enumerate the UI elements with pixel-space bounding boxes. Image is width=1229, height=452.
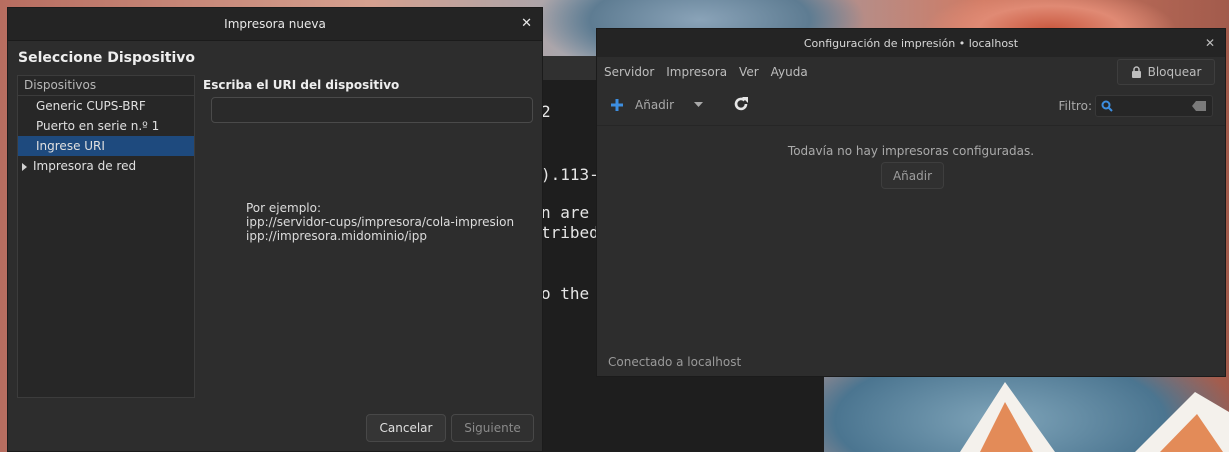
refresh-button[interactable]: [733, 96, 749, 112]
refresh-icon: [734, 97, 748, 111]
print-settings-titlebar: Configuración de impresión • localhost ✕: [597, 29, 1225, 57]
add-button[interactable]: Añadir: [611, 98, 674, 112]
menu-servidor[interactable]: Servidor: [604, 65, 654, 79]
example-line: ipp://servidor-cups/impresora/cola-impre…: [246, 215, 515, 229]
add-label: Añadir: [635, 98, 675, 112]
empty-add-button[interactable]: Añadir: [881, 162, 944, 189]
uri-input[interactable]: [211, 97, 533, 123]
empty-message: Todavía no hay impresoras configuradas.: [787, 144, 1035, 158]
next-button[interactable]: Siguiente: [451, 414, 534, 442]
menu-ayuda[interactable]: Ayuda: [771, 65, 808, 79]
example-line: ipp://impresora.midominio/ipp: [246, 229, 427, 243]
device-item-serial-port[interactable]: Puerto en serie n.º 1: [18, 116, 194, 136]
expander-arrow-icon[interactable]: [22, 162, 27, 171]
device-item-label: Impresora de red: [33, 159, 137, 173]
device-item-network-printer[interactable]: Impresora de red: [18, 156, 194, 176]
terminal-line: o the: [541, 284, 590, 303]
chevron-down-icon: [694, 102, 703, 107]
status-bar: Conectado a localhost: [608, 355, 742, 369]
window-title: Configuración de impresión • localhost: [803, 36, 1019, 50]
cat-illustration: [960, 382, 1229, 452]
cancel-button[interactable]: Cancelar: [366, 414, 446, 442]
terminal-line: n are: [541, 203, 590, 222]
lock-icon: [1131, 66, 1141, 78]
close-icon[interactable]: ✕: [1205, 36, 1215, 50]
uri-example: Por ejemplo: ipp://servidor-cups/impreso…: [246, 201, 514, 243]
new-printer-dialog: Impresora nueva ✕ Seleccione Dispositivo…: [7, 7, 543, 452]
page-title: Seleccione Dispositivo: [18, 50, 195, 66]
devices-list: Dispositivos Generic CUPS-BRF Puerto en …: [17, 75, 195, 398]
clear-icon[interactable]: [1192, 101, 1206, 111]
device-item-generic-cups-brf[interactable]: Generic CUPS-BRF: [18, 96, 194, 116]
print-settings-window: Configuración de impresión • localhost ✕…: [596, 28, 1226, 377]
filter-label: Filtro:: [1058, 99, 1092, 113]
lock-label: Bloquear: [1147, 65, 1202, 79]
filter-input[interactable]: [1095, 95, 1213, 117]
menu-ver[interactable]: Ver: [739, 65, 759, 79]
uri-label: Escriba el URI del dispositivo: [203, 78, 400, 92]
dialog-titlebar: Impresora nueva ✕: [8, 8, 542, 41]
close-icon[interactable]: ✕: [521, 16, 532, 31]
example-title: Por ejemplo:: [246, 201, 322, 215]
lock-button[interactable]: Bloquear: [1117, 59, 1215, 85]
device-item-enter-uri[interactable]: Ingrese URI: [18, 136, 194, 156]
add-dropdown-button[interactable]: [694, 102, 703, 108]
dialog-title: Impresora nueva: [224, 17, 326, 31]
menu-impresora[interactable]: Impresora: [666, 65, 727, 79]
terminal-line: tribed: [541, 223, 599, 242]
terminal-line: ).113-: [541, 165, 599, 184]
plus-icon: [611, 99, 623, 111]
devices-header[interactable]: Dispositivos: [18, 76, 194, 96]
search-icon: [1101, 100, 1113, 112]
